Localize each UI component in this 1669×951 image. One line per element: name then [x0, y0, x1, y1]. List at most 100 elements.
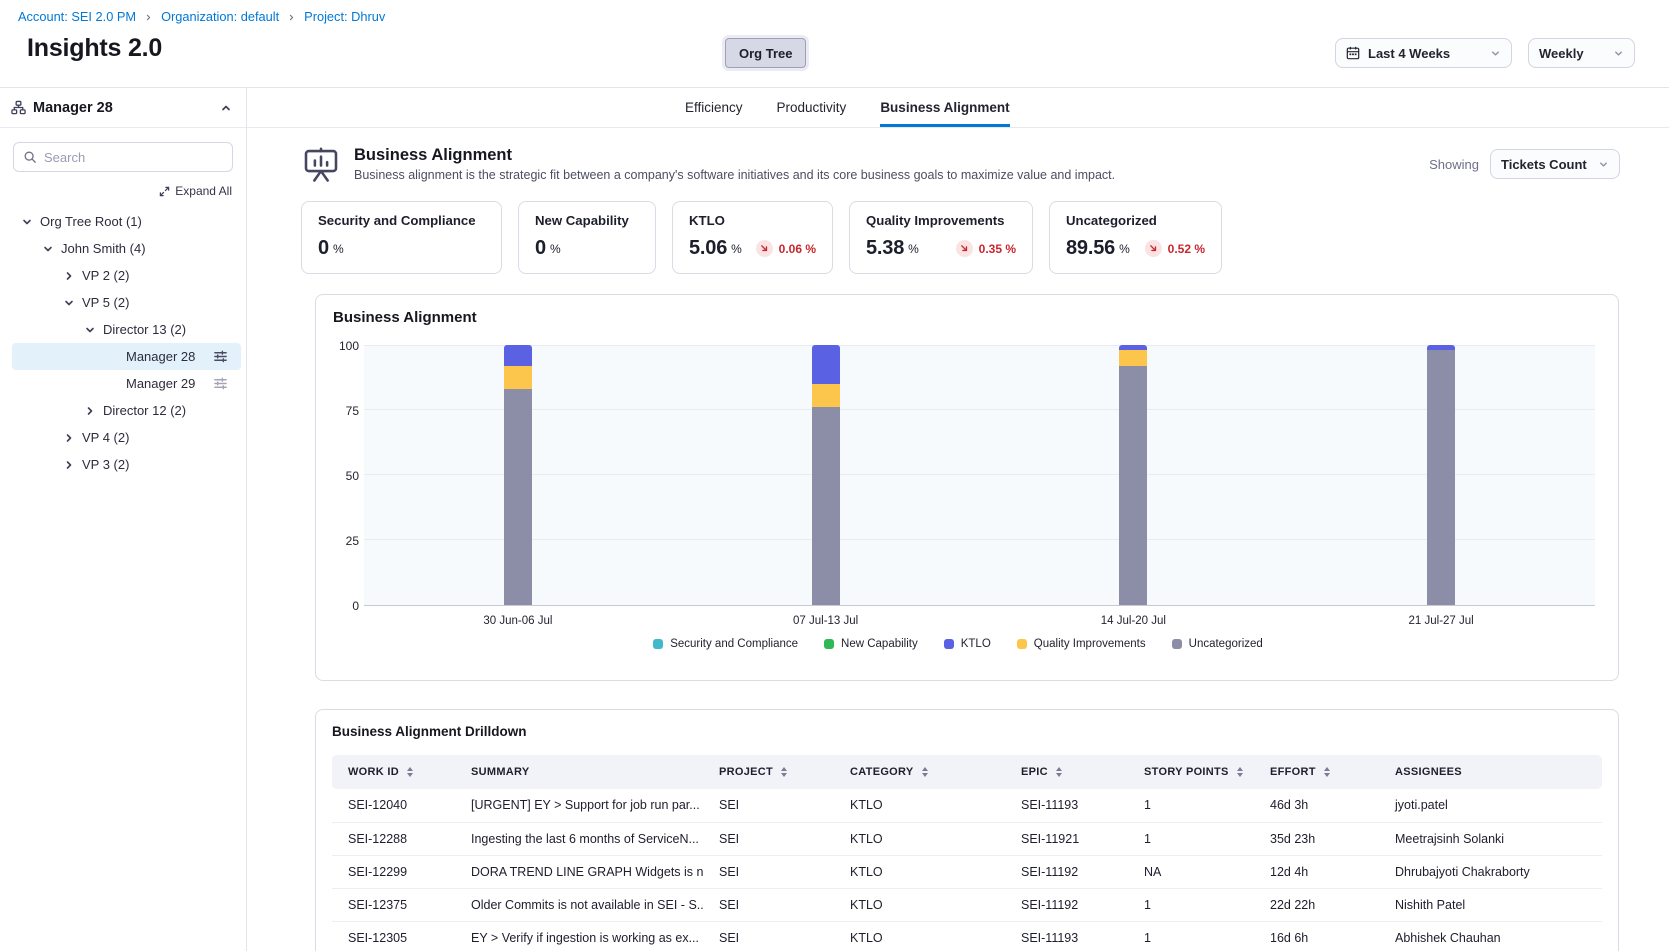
tree-item-manager-28[interactable]: Manager 28	[12, 343, 241, 370]
column-header-epic[interactable]: EPIC	[1005, 755, 1128, 789]
chevron-right-icon[interactable]	[63, 432, 80, 444]
tab-efficiency[interactable]: Efficiency	[685, 88, 743, 127]
main: EfficiencyProductivityBusiness Alignment…	[247, 88, 1669, 951]
tree-item-vp-5-2[interactable]: VP 5 (2)	[12, 289, 241, 316]
org-tree-button[interactable]: Org Tree	[725, 38, 806, 68]
org-hierarchy-icon	[11, 100, 26, 115]
gridline	[364, 539, 1595, 540]
stat-card-ktlo: KTLO5.06%0.06 %	[672, 201, 833, 274]
legend-swatch	[1017, 639, 1027, 649]
legend-item-security-and-compliance[interactable]: Security and Compliance	[653, 638, 798, 650]
tree-item-director-13-2[interactable]: Director 13 (2)	[12, 316, 241, 343]
granularity-select[interactable]: Weekly	[1528, 38, 1635, 68]
chevron-down-icon[interactable]	[21, 216, 38, 228]
filter-sliders-icon[interactable]	[213, 376, 228, 391]
table-row-sei-12305[interactable]: SEI-12305EY > Verify if ingestion is wor…	[332, 921, 1602, 951]
cell-story-points: 1	[1128, 822, 1254, 855]
breadcrumb-separator-icon	[287, 13, 296, 22]
table-row-sei-12288[interactable]: SEI-12288Ingesting the last 6 months of …	[332, 822, 1602, 855]
sort-icon[interactable]	[1056, 767, 1062, 777]
search-box[interactable]	[13, 142, 233, 172]
date-range-select[interactable]: Last 4 Weeks	[1335, 38, 1512, 68]
showing-select[interactable]: Tickets Count	[1490, 149, 1620, 179]
sort-icon[interactable]	[1237, 767, 1243, 777]
column-header-story-points[interactable]: STORY POINTS	[1128, 755, 1254, 789]
cell-category: KTLO	[834, 789, 1005, 822]
column-header-effort[interactable]: EFFORT	[1254, 755, 1379, 789]
bar-segment-ktlo[interactable]	[1427, 345, 1455, 350]
sort-icon[interactable]	[781, 767, 787, 777]
page-header: Account: SEI 2.0 PM Organization: default…	[0, 0, 1669, 88]
breadcrumb-link-account-sei-2-0-pm[interactable]: Account: SEI 2.0 PM	[18, 9, 136, 24]
bar-segment-uncategorized[interactable]	[1119, 366, 1147, 605]
cell-assignees: Abhishek Chauhan	[1379, 921, 1602, 951]
bar-segment-quality-improvements[interactable]	[504, 366, 532, 389]
chevron-down-icon[interactable]	[42, 243, 59, 255]
tree-item-john-smith-4[interactable]: John Smith (4)	[12, 235, 241, 262]
table-row-sei-12299[interactable]: SEI-12299DORA TREND LINE GRAPH Widgets i…	[332, 855, 1602, 888]
tree-item-org-tree-root-1[interactable]: Org Tree Root (1)	[12, 208, 241, 235]
x-tick-label: 07 Jul-13 Jul	[793, 615, 858, 627]
sort-icon[interactable]	[922, 767, 928, 777]
x-tick-label: 21 Jul-27 Jul	[1409, 615, 1474, 627]
stat-label: Security and Compliance	[318, 213, 485, 228]
tab-productivity[interactable]: Productivity	[777, 88, 847, 127]
tree-item-vp-4-2[interactable]: VP 4 (2)	[12, 424, 241, 451]
bar-21-jul-27-jul[interactable]	[1427, 346, 1455, 605]
column-header-work-id[interactable]: WORK ID	[332, 755, 455, 789]
chevron-right-icon[interactable]	[84, 405, 101, 417]
tree-item-vp-3-2[interactable]: VP 3 (2)	[12, 451, 241, 478]
tree-item-label: Manager 28	[126, 349, 195, 364]
chevron-right-icon[interactable]	[63, 459, 80, 471]
sort-icon[interactable]	[407, 767, 413, 777]
stat-label: New Capability	[535, 213, 639, 228]
chevron-down-icon[interactable]	[63, 297, 80, 309]
bar-30-jun-06-jul[interactable]	[504, 346, 532, 605]
tree-item-vp-2-2[interactable]: VP 2 (2)	[12, 262, 241, 289]
collapse-sidebar-icon[interactable]	[220, 102, 232, 114]
filter-sliders-icon[interactable]	[213, 349, 228, 364]
bar-segment-uncategorized[interactable]	[504, 389, 532, 605]
bar-segment-uncategorized[interactable]	[812, 407, 840, 605]
legend-item-new-capability[interactable]: New Capability	[824, 638, 918, 650]
cell-work-id: SEI-12375	[332, 888, 455, 921]
chevron-right-icon[interactable]	[63, 270, 80, 282]
cell-epic: SEI-11192	[1005, 888, 1128, 921]
stat-label: KTLO	[689, 213, 816, 228]
y-tick-label: 0	[352, 599, 359, 613]
bar-segment-uncategorized[interactable]	[1427, 350, 1455, 605]
bar-segment-ktlo[interactable]	[1119, 345, 1147, 350]
bar-segment-quality-improvements[interactable]	[1119, 350, 1147, 366]
breadcrumb-link-project-dhruv[interactable]: Project: Dhruv	[304, 9, 385, 24]
bar-segment-quality-improvements[interactable]	[812, 384, 840, 407]
cell-summary: Older Commits is not available in SEI - …	[455, 888, 703, 921]
content: Business Alignment Business alignment is…	[247, 128, 1669, 951]
breadcrumb-link-organization-default[interactable]: Organization: default	[161, 9, 279, 24]
stat-card-security-and-compliance: Security and Compliance0%	[301, 201, 502, 274]
chevron-down-icon	[1613, 48, 1624, 59]
cell-category: KTLO	[834, 855, 1005, 888]
table-row-sei-12040[interactable]: SEI-12040[URGENT] EY > Support for job r…	[332, 789, 1602, 822]
stat-card-new-capability: New Capability0%	[518, 201, 656, 274]
bar-07-jul-13-jul[interactable]	[812, 346, 840, 605]
sidebar-header: Manager 28	[0, 88, 246, 128]
legend-item-ktlo[interactable]: KTLO	[944, 638, 991, 650]
column-header-category[interactable]: CATEGORY	[834, 755, 1005, 789]
chart-area: 0255075100	[321, 346, 1595, 606]
chevron-down-icon[interactable]	[84, 324, 101, 336]
sort-icon[interactable]	[1324, 767, 1330, 777]
tree-item-manager-29[interactable]: Manager 29	[12, 370, 241, 397]
bar-segment-ktlo[interactable]	[812, 345, 840, 384]
column-header-project[interactable]: PROJECT	[703, 755, 834, 789]
expand-all-button[interactable]: Expand All	[0, 184, 232, 198]
table-row-sei-12375[interactable]: SEI-12375Older Commits is not available …	[332, 888, 1602, 921]
legend-item-quality-improvements[interactable]: Quality Improvements	[1017, 638, 1146, 650]
tab-business-alignment[interactable]: Business Alignment	[880, 88, 1009, 127]
tree-item-director-12-2[interactable]: Director 12 (2)	[12, 397, 241, 424]
header-row: WORK IDSUMMARYPROJECTCATEGORYEPICSTORY P…	[332, 755, 1602, 789]
legend-swatch	[944, 639, 954, 649]
bar-segment-ktlo[interactable]	[504, 345, 532, 366]
bar-14-jul-20-jul[interactable]	[1119, 346, 1147, 605]
search-input[interactable]	[44, 150, 223, 165]
legend-item-uncategorized[interactable]: Uncategorized	[1172, 638, 1263, 650]
